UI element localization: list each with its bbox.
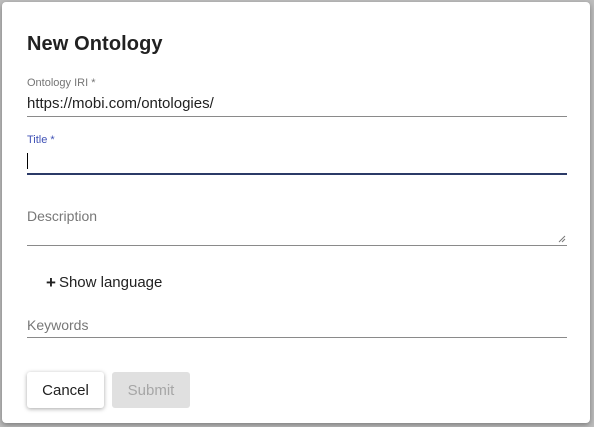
submit-button[interactable]: Submit [112,372,190,408]
show-language-button[interactable]: + Show language [46,274,162,291]
description-label: Description [27,208,98,224]
description-field[interactable]: Description [27,208,567,246]
keywords-field[interactable]: Keywords [27,317,567,339]
ontology-iri-input[interactable]: https://mobi.com/ontologies/ [27,95,214,112]
cancel-button[interactable]: Cancel [27,372,104,408]
title-field[interactable]: Title * [27,134,567,176]
text-cursor [27,153,28,169]
title-underline [27,173,567,175]
ontology-iri-underline [27,116,567,117]
description-underline [27,245,567,246]
ontology-iri-field[interactable]: Ontology IRI * https://mobi.com/ontologi… [27,77,567,117]
keywords-label: Keywords [27,317,89,333]
resize-handle-icon[interactable] [558,235,566,243]
title-label: Title * [27,134,55,146]
dialog-title: New Ontology [27,33,163,55]
new-ontology-dialog: New Ontology Ontology IRI * https://mobi… [2,2,590,423]
keywords-underline [27,337,567,338]
plus-icon: + [46,273,56,292]
show-language-label: Show language [58,274,163,291]
ontology-iri-label: Ontology IRI * [27,77,96,89]
